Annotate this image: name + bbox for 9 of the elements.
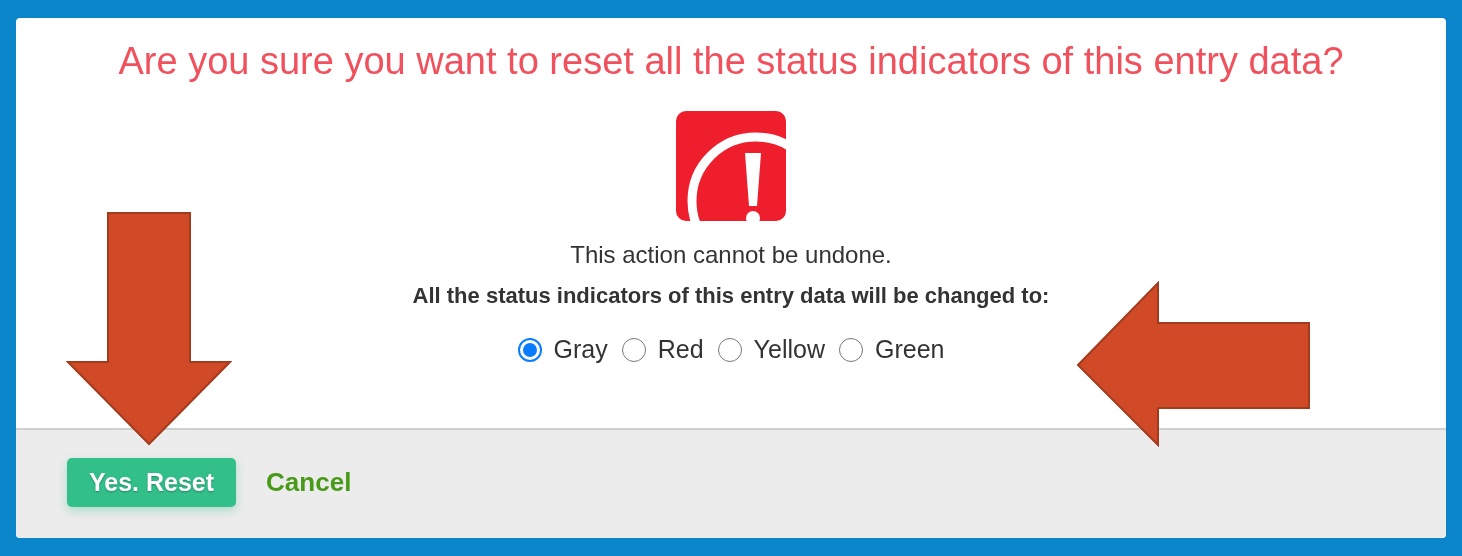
status-option[interactable]: Red: [621, 335, 704, 364]
warning-icon: [676, 111, 786, 221]
status-option[interactable]: Green: [838, 335, 945, 364]
instruction-text: All the status indicators of this entry data will be changed to:: [412, 283, 1050, 309]
warning-message: This action cannot be undone.: [570, 241, 892, 269]
status-option[interactable]: Gray: [517, 335, 608, 364]
status-option[interactable]: Yellow: [717, 335, 825, 364]
dialog-title: Are you sure you want to reset all the status indicators of this entry data?: [118, 40, 1344, 83]
radio-button[interactable]: [517, 337, 542, 362]
